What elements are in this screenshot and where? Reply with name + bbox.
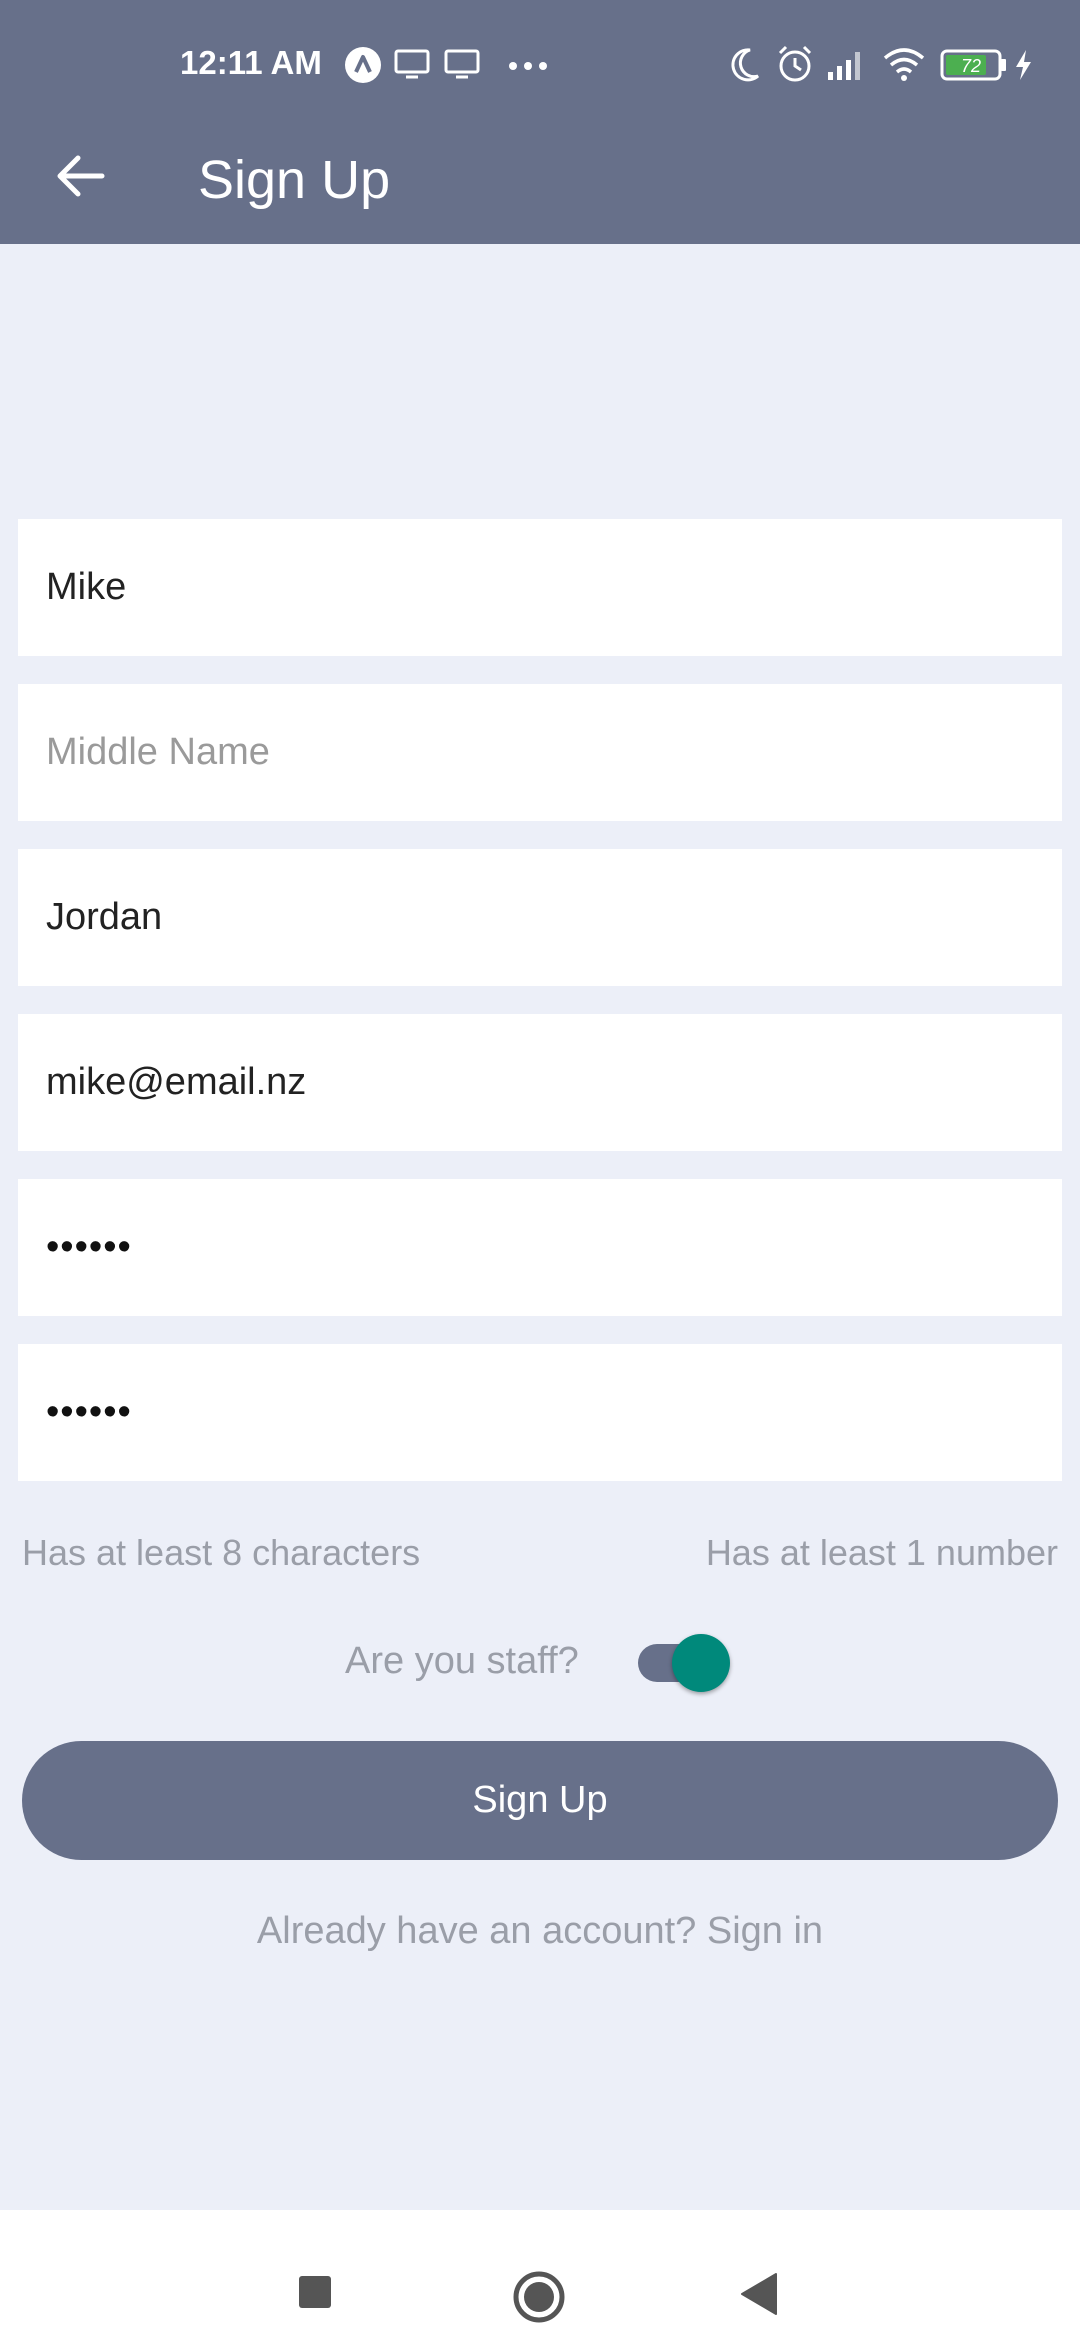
app-bar: Sign Up xyxy=(0,130,1080,244)
cast-icon xyxy=(394,48,430,85)
battery-icon: 72 xyxy=(940,48,1008,87)
back-triangle-icon[interactable] xyxy=(740,2272,778,2321)
password-field[interactable]: •••••• xyxy=(18,1179,1062,1316)
moon-icon xyxy=(726,46,762,89)
sign-up-button-label: Sign Up xyxy=(472,1779,608,1821)
navigation-bar xyxy=(0,2210,1080,2340)
hint-min-chars: Has at least 8 characters xyxy=(22,1532,421,1573)
sign-up-button[interactable]: Sign Up xyxy=(22,1741,1058,1860)
status-time: 12:11 AM xyxy=(180,44,322,81)
first-name-input[interactable] xyxy=(18,519,1062,656)
status-bar: 12:11 AM 72 xyxy=(0,0,1080,130)
password-masked-value: •••••• xyxy=(46,1226,132,1268)
first-name-field[interactable] xyxy=(18,519,1062,656)
wifi-icon xyxy=(882,46,926,87)
confirm-password-masked-value: •••••• xyxy=(46,1391,132,1433)
back-button[interactable] xyxy=(40,138,120,218)
hint-min-number: Has at least 1 number xyxy=(705,1532,1058,1573)
page-title: Sign Up xyxy=(198,150,391,210)
confirm-password-field[interactable]: •••••• xyxy=(18,1344,1062,1481)
home-circle-icon[interactable] xyxy=(512,2270,566,2329)
charging-icon xyxy=(1012,48,1034,87)
arrow-left-icon xyxy=(54,154,106,203)
last-name-input[interactable] xyxy=(18,849,1062,986)
alarm-icon xyxy=(776,44,814,89)
app-a-icon xyxy=(344,46,382,89)
middle-name-field[interactable] xyxy=(18,684,1062,821)
middle-name-input[interactable] xyxy=(18,684,1062,821)
monitor-icon xyxy=(444,48,480,85)
email-field[interactable] xyxy=(18,1014,1062,1151)
email-input[interactable] xyxy=(18,1014,1062,1151)
staff-toggle[interactable] xyxy=(638,1634,730,1692)
battery-level: 72 xyxy=(961,56,981,76)
more-dots-icon xyxy=(508,58,548,76)
signal-icon xyxy=(826,48,866,87)
recents-square-icon[interactable] xyxy=(298,2275,332,2314)
toggle-knob xyxy=(672,1634,730,1692)
last-name-field[interactable] xyxy=(18,849,1062,986)
staff-label: Are you staff? xyxy=(345,1640,579,1682)
sign-in-link[interactable]: Already have an account? Sign in xyxy=(0,1910,1080,1953)
